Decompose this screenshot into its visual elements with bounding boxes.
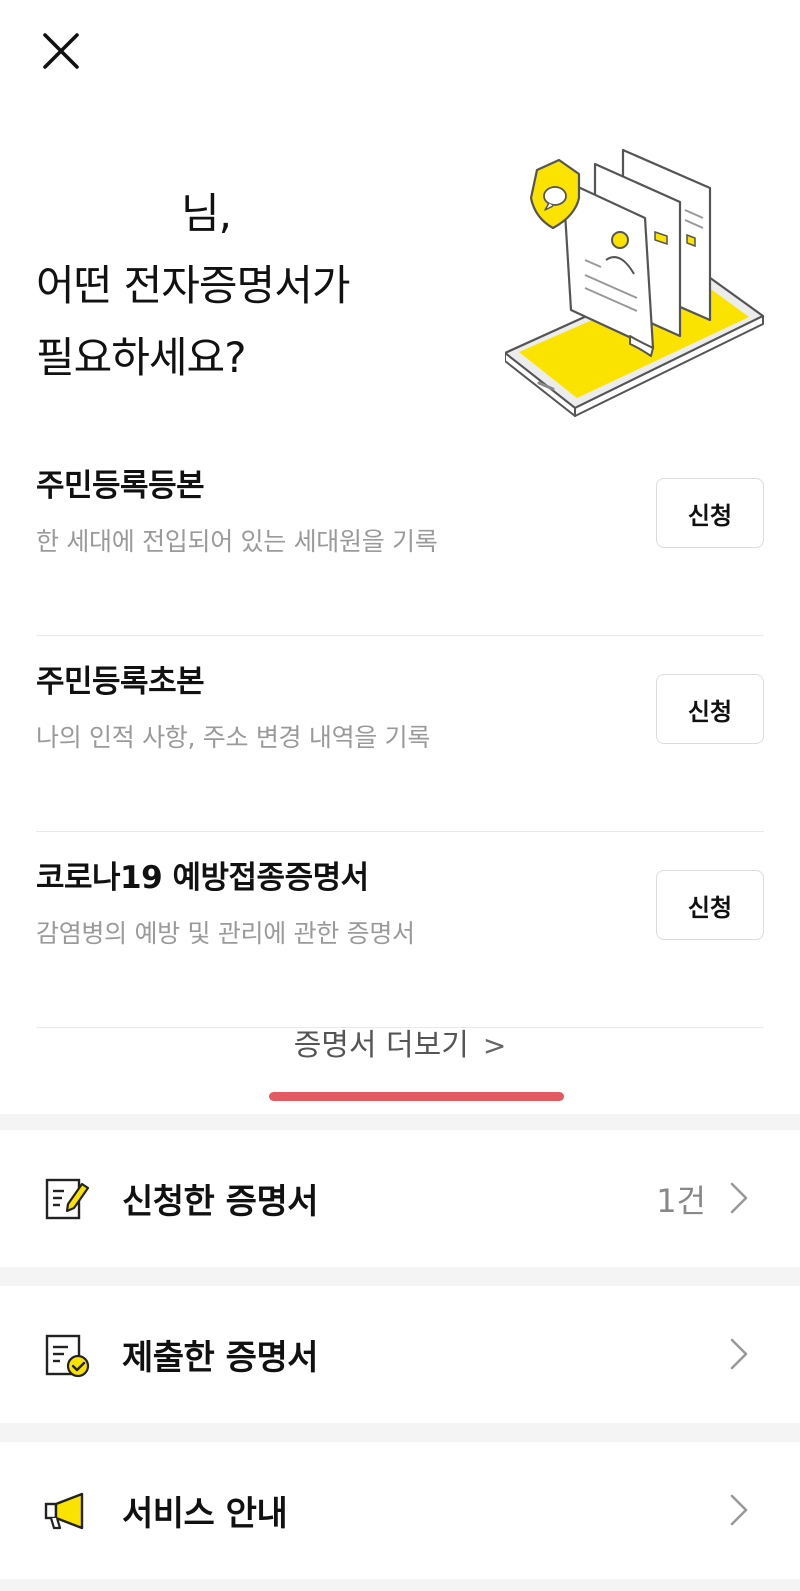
menu-item-service-guide[interactable]: 서비스 안내 bbox=[0, 1442, 800, 1579]
hero-greeting: 님, bbox=[181, 189, 232, 238]
menu-item-label: 제출한 증명서 bbox=[122, 1338, 319, 1378]
apply-button[interactable]: 신청 bbox=[656, 674, 764, 744]
hero-heading: 님, 어떤 전자증명서가 필요하세요? bbox=[34, 178, 351, 394]
menu-item-applied-certificates[interactable]: 신청한 증명서 1건 bbox=[0, 1130, 800, 1267]
apply-button[interactable]: 신청 bbox=[656, 478, 764, 548]
submitted-document-icon bbox=[45, 1334, 90, 1378]
document-title: 코로나19 예방접종증명서 bbox=[36, 860, 369, 896]
chevron-right-icon bbox=[730, 1494, 748, 1526]
apply-button[interactable]: 신청 bbox=[656, 870, 764, 940]
document-item-resident-register-abstract: 주민등록초본 나의 인적 사항, 주소 변경 내역을 기록 신청 bbox=[36, 636, 764, 832]
megaphone-icon bbox=[44, 1492, 84, 1530]
chevron-right-icon bbox=[730, 1182, 748, 1214]
document-item-resident-register-copy: 주민등록등본 한 세대에 전입되어 있는 세대원을 기록 신청 bbox=[36, 440, 764, 636]
chevron-right-icon bbox=[730, 1338, 748, 1370]
hero-highlight: 어떤 전자증명서 bbox=[34, 250, 314, 322]
hero-question-line: 어떤 전자증명서가 bbox=[34, 250, 351, 322]
more-certificates-link[interactable]: 증명서 더보기 > bbox=[0, 1020, 800, 1064]
document-title: 주민등록등본 bbox=[36, 468, 205, 504]
document-title: 주민등록초본 bbox=[36, 664, 205, 700]
more-certificates-label: 증명서 더보기 bbox=[293, 1028, 469, 1063]
top-section: 님, 어떤 전자증명서가 필요하세요? 주민등록등본 한 세대에 전입되어 있는… bbox=[0, 0, 800, 1114]
document-description: 감염병의 예방 및 관리에 관한 증명서 bbox=[36, 919, 415, 948]
more-link-underline bbox=[269, 1092, 564, 1101]
document-list: 주민등록등본 한 세대에 전입되어 있는 세대원을 기록 신청 주민등록초본 나… bbox=[36, 440, 764, 1028]
hero-question-end: 필요하세요? bbox=[36, 333, 247, 382]
document-description: 나의 인적 사항, 주소 변경 내역을 기록 bbox=[36, 723, 431, 752]
document-item-covid-vaccination-certificate: 코로나19 예방접종증명서 감염병의 예방 및 관리에 관한 증명서 신청 bbox=[36, 832, 764, 1028]
applied-count-badge: 1건 bbox=[656, 1182, 706, 1220]
menu-item-label: 서비스 안내 bbox=[122, 1494, 288, 1534]
menu-item-submitted-certificates[interactable]: 제출한 증명서 bbox=[0, 1286, 800, 1423]
document-description: 한 세대에 전입되어 있는 세대원을 기록 bbox=[36, 527, 438, 556]
close-button[interactable] bbox=[36, 26, 86, 76]
hero-question-suffix: 가 bbox=[311, 261, 351, 310]
chevron-right-icon: > bbox=[482, 1029, 507, 1062]
edit-document-icon bbox=[45, 1178, 90, 1220]
certificate-illustration bbox=[505, 148, 765, 417]
menu-item-label: 신청한 증명서 bbox=[122, 1182, 319, 1222]
close-icon bbox=[43, 33, 79, 69]
